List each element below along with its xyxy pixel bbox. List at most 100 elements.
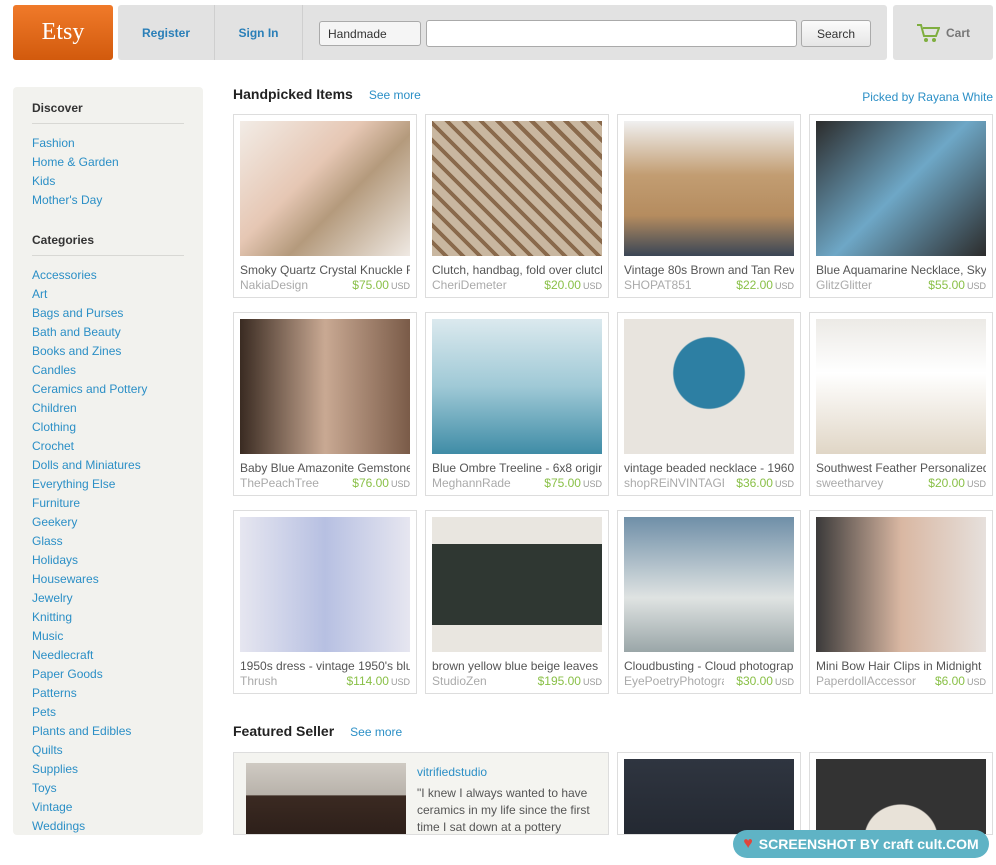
product-title[interactable]: Smoky Quartz Crystal Knuckle Ring [240,263,410,277]
sidebar-item[interactable]: Clothing [32,421,184,440]
featured-item[interactable] [617,752,801,835]
product-title[interactable]: Cloudbusting - Cloud photograph [624,659,794,673]
sidebar-item[interactable]: Children [32,402,184,421]
sidebar-item[interactable]: Quilts [32,744,184,763]
product-title[interactable]: Blue Ombre Treeline - 6x8 original [432,461,602,475]
sidebar-item[interactable]: Pets [32,706,184,725]
sidebar-item[interactable]: Plants and Edibles [32,725,184,744]
signin-link[interactable]: Sign In [215,5,303,60]
price-value: $30.00 [736,674,773,688]
product-card[interactable]: Mini Bow Hair Clips in Midnight Paperdoll… [809,510,993,694]
product-card[interactable]: Blue Aquamarine Necklace, Sky GlitzGlitte… [809,114,993,298]
sidebar-item[interactable]: Furniture [32,497,184,516]
sidebar-item[interactable]: Patterns [32,687,184,706]
shop-name[interactable]: PaperdollAccessories [816,674,916,688]
sidebar-item[interactable]: Bath and Beauty [32,326,184,345]
sidebar-item[interactable]: Ceramics and Pottery [32,383,184,402]
shop-name[interactable]: EyePoetryPhotography [624,674,724,688]
shop-name[interactable]: GlitzGlitter [816,278,916,292]
sidebar-item[interactable]: Paper Goods [32,668,184,687]
search-button[interactable]: Search [801,20,871,47]
product-title[interactable]: Clutch, handbag, fold over clutch [432,263,602,277]
sidebar-item[interactable]: Holidays [32,554,184,573]
product-title[interactable]: Southwest Feather Personalized [816,461,986,475]
sidebar-item[interactable]: Everything Else [32,478,184,497]
featured-seller-card[interactable]: vitrifiedstudio "I knew I always wanted … [233,752,609,835]
sidebar-item[interactable]: Needlecraft [32,649,184,668]
sidebar-item[interactable]: Crochet [32,440,184,459]
product-image[interactable] [432,319,602,454]
product-card[interactable]: 1950s dress - vintage 1950's blue Thrush $… [233,510,417,694]
sidebar-item[interactable]: Home & Garden [32,156,184,175]
product-image[interactable] [432,121,602,256]
item-image [816,759,986,834]
register-link[interactable]: Register [118,5,215,60]
sidebar-item[interactable]: Music [32,630,184,649]
sidebar-item[interactable]: Vintage [32,801,184,820]
sidebar-item[interactable]: Jewelry [32,592,184,611]
product-card[interactable]: brown yellow blue beige leaves StudioZen $… [425,510,609,694]
product-image[interactable] [240,319,410,454]
shop-name[interactable]: CheriDemeter [432,278,532,292]
featured-item[interactable] [809,752,993,835]
sidebar-item[interactable]: Candles [32,364,184,383]
product-image[interactable] [624,121,794,256]
product-card[interactable]: Baby Blue Amazonite Gemstone ThePeachTree… [233,312,417,496]
sidebar-item[interactable]: Weddings [32,820,184,839]
shop-name[interactable]: shopREiNVINTAGE [624,476,724,490]
product-card[interactable]: Clutch, handbag, fold over clutch CheriDe… [425,114,609,298]
product-title[interactable]: brown yellow blue beige leaves [432,659,602,673]
shop-name[interactable]: sweetharvey [816,476,916,490]
sidebar-item[interactable]: Bags and Purses [32,307,184,326]
product-image[interactable] [240,121,410,256]
price-value: $20.00 [928,476,965,490]
picked-by-link[interactable]: Picked by Rayana White [862,90,993,104]
product-title[interactable]: vintage beaded necklace - 1960s [624,461,794,475]
sidebar-item[interactable]: Fashion [32,137,184,156]
sidebar-item[interactable]: Art [32,288,184,307]
product-title[interactable]: Vintage 80s Brown and Tan Reversible [624,263,794,277]
handpicked-see-more[interactable]: See more [369,88,421,102]
product-title[interactable]: Mini Bow Hair Clips in Midnight [816,659,986,673]
shop-name[interactable]: NakiaDesign [240,278,340,292]
product-title[interactable]: Blue Aquamarine Necklace, Sky [816,263,986,277]
etsy-logo[interactable]: Etsy [13,5,113,60]
product-image[interactable] [816,319,986,454]
sidebar-item[interactable]: Toys [32,782,184,801]
sidebar-item[interactable]: Supplies [32,763,184,782]
shop-name[interactable]: ThePeachTree [240,476,340,490]
category-select[interactable]: Handmade [319,21,421,46]
shop-name[interactable]: StudioZen [432,674,532,688]
product-title[interactable]: 1950s dress - vintage 1950's blue [240,659,410,673]
product-card[interactable]: Southwest Feather Personalized sweetharve… [809,312,993,496]
categories-heading: Categories [32,233,184,256]
sidebar-item[interactable]: Knitting [32,611,184,630]
product-title[interactable]: Baby Blue Amazonite Gemstone [240,461,410,475]
product-card[interactable]: vintage beaded necklace - 1960s shopREiNV… [617,312,801,496]
product-card[interactable]: Vintage 80s Brown and Tan ReversibleSHOP… [617,114,801,298]
shop-name[interactable]: Thrush [240,674,340,688]
product-card[interactable]: Cloudbusting - Cloud photograph EyePoetry… [617,510,801,694]
sidebar-item[interactable]: Geekery [32,516,184,535]
sidebar-item[interactable]: Glass [32,535,184,554]
search-input[interactable] [426,20,797,47]
product-image[interactable] [432,517,602,652]
sidebar-item[interactable]: Kids [32,175,184,194]
product-card[interactable]: Blue Ombre Treeline - 6x8 original Meghan… [425,312,609,496]
shop-name[interactable]: MeghannRade [432,476,532,490]
seller-name[interactable]: vitrifiedstudio [417,765,487,779]
product-card[interactable]: Smoky Quartz Crystal Knuckle RingNakiaDe… [233,114,417,298]
product-image[interactable] [816,517,986,652]
cart-button[interactable]: Cart [893,5,993,60]
product-image[interactable] [624,319,794,454]
sidebar-item[interactable]: Housewares [32,573,184,592]
product-image[interactable] [816,121,986,256]
sidebar-item[interactable]: Books and Zines [32,345,184,364]
featured-see-more[interactable]: See more [350,725,402,739]
shop-name[interactable]: SHOPAT851 [624,278,724,292]
product-image[interactable] [624,517,794,652]
product-image[interactable] [240,517,410,652]
sidebar-item[interactable]: Accessories [32,269,184,288]
sidebar-item[interactable]: Dolls and Miniatures [32,459,184,478]
sidebar-item[interactable]: Mother's Day [32,194,184,213]
